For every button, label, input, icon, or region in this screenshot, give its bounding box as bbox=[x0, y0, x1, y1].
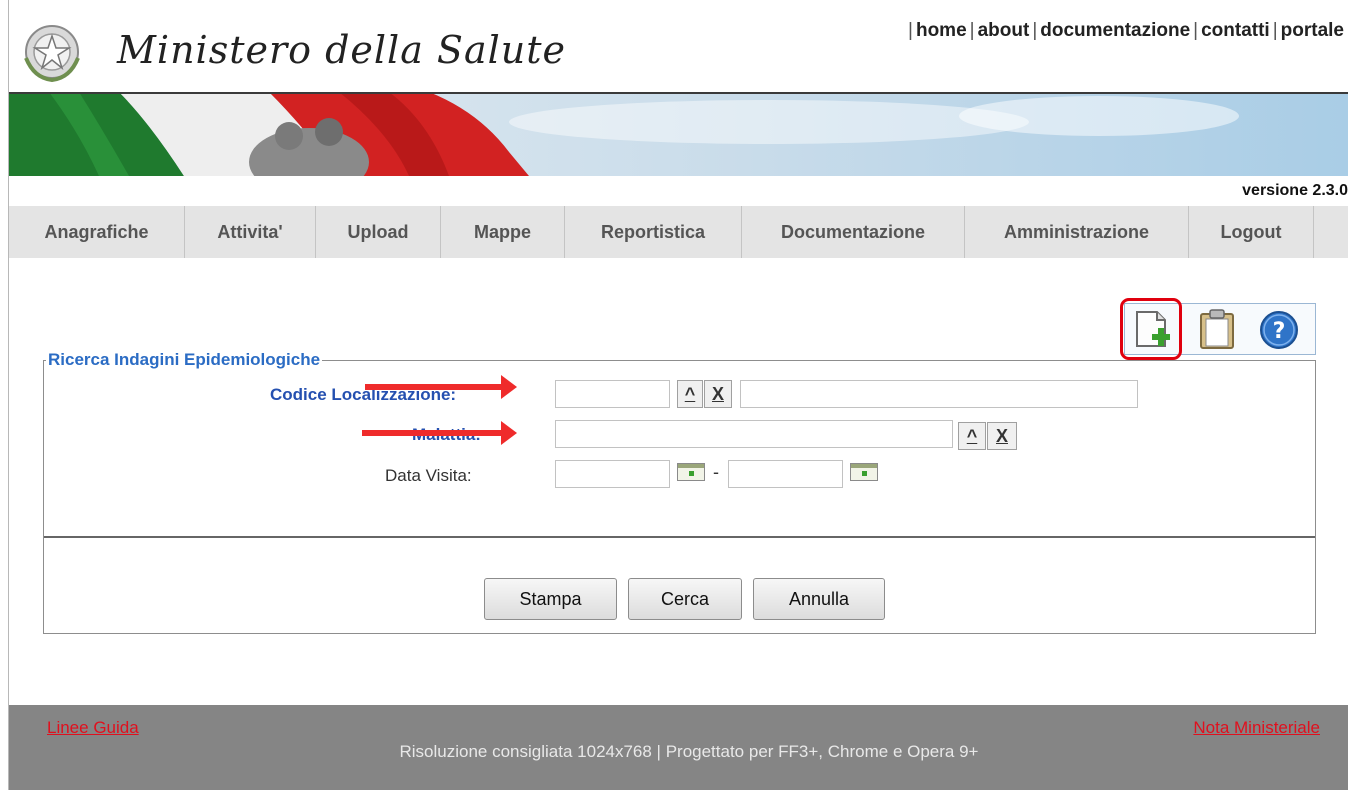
codice-description-field[interactable] bbox=[740, 380, 1138, 408]
stampa-button[interactable]: Stampa bbox=[484, 578, 617, 620]
malattia-clear-button[interactable]: X bbox=[987, 422, 1017, 450]
data-visita-from-input[interactable] bbox=[555, 460, 670, 488]
codice-clear-button[interactable]: X bbox=[704, 380, 732, 408]
codice-localizzazione-input[interactable] bbox=[555, 380, 670, 408]
help-icon[interactable]: ? bbox=[1259, 310, 1299, 350]
fieldset-legend: Ricerca Indagini Epidemiologiche bbox=[46, 350, 323, 370]
header-banner-image bbox=[9, 92, 1348, 176]
date-range-separator: - bbox=[713, 462, 719, 482]
nav-logout[interactable]: Logout bbox=[1189, 206, 1314, 258]
calendar-from-icon[interactable] bbox=[677, 463, 705, 481]
top-links: | home | about | documentazione | contatti | port… bbox=[908, 20, 1344, 41]
fieldset-divider bbox=[44, 536, 1315, 538]
link-contatti[interactable]: contatti bbox=[1201, 20, 1270, 41]
codice-lookup-button[interactable]: ^ bbox=[677, 380, 703, 408]
linee-guida-link[interactable]: Linee Guida bbox=[47, 718, 139, 738]
version-label: versione 2.3.0 bbox=[1242, 182, 1348, 199]
footer-info-text: Risoluzione consigliata 1024x768 | Proge… bbox=[399, 742, 979, 761]
data-visita-to-input[interactable] bbox=[728, 460, 843, 488]
nav-documentazione[interactable]: Documentazione bbox=[742, 206, 965, 258]
link-portale[interactable]: portale bbox=[1281, 20, 1344, 41]
calendar-to-icon[interactable] bbox=[850, 463, 878, 481]
republic-emblem-icon bbox=[24, 25, 80, 82]
nav-mappe[interactable]: Mappe bbox=[441, 206, 565, 258]
version-row: versione 2.3.0 bbox=[9, 176, 1348, 206]
nota-ministeriale-link[interactable]: Nota Ministeriale bbox=[1193, 718, 1320, 738]
link-home[interactable]: home bbox=[916, 20, 967, 41]
site-header: Ministero della Salute | home | about | docum… bbox=[9, 0, 1348, 92]
link-documentazione[interactable]: documentazione bbox=[1040, 20, 1190, 41]
nav-upload[interactable]: Upload bbox=[316, 206, 441, 258]
cerca-button[interactable]: Cerca bbox=[628, 578, 742, 620]
window-left-border bbox=[0, 0, 9, 790]
svg-text:?: ? bbox=[1273, 319, 1286, 344]
nav-reportistica[interactable]: Reportistica bbox=[565, 206, 742, 258]
malattia-input[interactable] bbox=[555, 420, 953, 448]
nav-attivita[interactable]: Attivita' bbox=[185, 206, 316, 258]
main-nav: Anagrafiche Attivita' Upload Mappe Repor… bbox=[9, 206, 1348, 258]
clipboard-icon[interactable] bbox=[1197, 308, 1237, 350]
nav-anagrafiche[interactable]: Anagrafiche bbox=[9, 206, 185, 258]
link-about[interactable]: about bbox=[978, 20, 1030, 41]
annotation-arrow-malattia bbox=[362, 421, 517, 445]
data-visita-label: Data Visita: bbox=[385, 466, 472, 485]
malattia-lookup-button[interactable]: ^ bbox=[958, 422, 986, 450]
nav-amministrazione[interactable]: Amministrazione bbox=[965, 206, 1189, 258]
new-button-highlight bbox=[1120, 298, 1182, 360]
ministry-name-logo: Ministero della Salute bbox=[117, 28, 566, 72]
banner-flag-graphic bbox=[9, 92, 1348, 176]
annulla-button[interactable]: Annulla bbox=[753, 578, 885, 620]
annotation-arrow-codice bbox=[365, 375, 517, 399]
